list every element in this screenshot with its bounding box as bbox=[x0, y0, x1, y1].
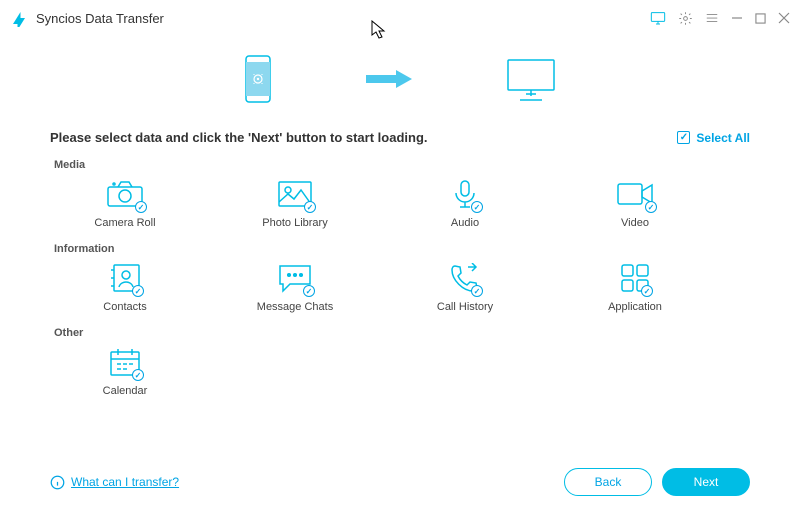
close-icon[interactable] bbox=[778, 11, 790, 26]
arrow-right-icon bbox=[364, 64, 414, 94]
maximize-icon[interactable] bbox=[755, 11, 766, 26]
select-all-checkbox-icon: ✓ bbox=[677, 131, 690, 144]
menu-icon[interactable] bbox=[705, 11, 719, 26]
section-info-title: Information bbox=[0, 229, 800, 261]
back-button[interactable]: Back bbox=[564, 468, 652, 496]
instruction-text: Please select data and click the 'Next' … bbox=[50, 130, 677, 145]
item-label: Camera Roll bbox=[94, 217, 155, 229]
item-camera-roll[interactable]: Camera Roll bbox=[40, 177, 210, 229]
help-link[interactable]: What can I transfer? bbox=[50, 475, 179, 490]
item-label: Contacts bbox=[103, 301, 146, 313]
title-bar: Syncios Data Transfer bbox=[0, 0, 800, 36]
app-logo-icon bbox=[10, 9, 28, 27]
item-video[interactable]: Video bbox=[550, 177, 720, 229]
device-icon[interactable] bbox=[650, 11, 666, 26]
transfer-direction-illustration bbox=[0, 36, 800, 122]
target-computer-icon bbox=[504, 56, 558, 102]
select-all-toggle[interactable]: ✓ Select All bbox=[677, 131, 750, 145]
source-phone-icon bbox=[242, 54, 274, 104]
item-label: Audio bbox=[451, 217, 479, 229]
item-label: Call History bbox=[437, 301, 493, 313]
footer-bar: What can I transfer? Back Next bbox=[0, 454, 800, 510]
item-label: Video bbox=[621, 217, 649, 229]
section-other-title: Other bbox=[0, 313, 800, 345]
item-call-history[interactable]: Call History bbox=[380, 261, 550, 313]
item-label: Message Chats bbox=[257, 301, 333, 313]
next-button[interactable]: Next bbox=[662, 468, 750, 496]
info-icon bbox=[50, 475, 65, 490]
item-calendar[interactable]: Calendar bbox=[40, 345, 210, 397]
app-title: Syncios Data Transfer bbox=[36, 11, 650, 26]
item-label: Photo Library bbox=[262, 217, 327, 229]
settings-icon[interactable] bbox=[678, 11, 693, 26]
minimize-icon[interactable] bbox=[731, 11, 743, 26]
item-application[interactable]: Application bbox=[550, 261, 720, 313]
select-all-label: Select All bbox=[696, 131, 750, 145]
help-link-label: What can I transfer? bbox=[71, 475, 179, 489]
item-label: Application bbox=[608, 301, 662, 313]
item-label: Calendar bbox=[103, 385, 148, 397]
item-audio[interactable]: Audio bbox=[380, 177, 550, 229]
section-media-title: Media bbox=[0, 145, 800, 177]
item-contacts[interactable]: Contacts bbox=[40, 261, 210, 313]
item-photo-library[interactable]: Photo Library bbox=[210, 177, 380, 229]
item-message-chats[interactable]: Message Chats bbox=[210, 261, 380, 313]
instruction-row: Please select data and click the 'Next' … bbox=[0, 122, 800, 145]
